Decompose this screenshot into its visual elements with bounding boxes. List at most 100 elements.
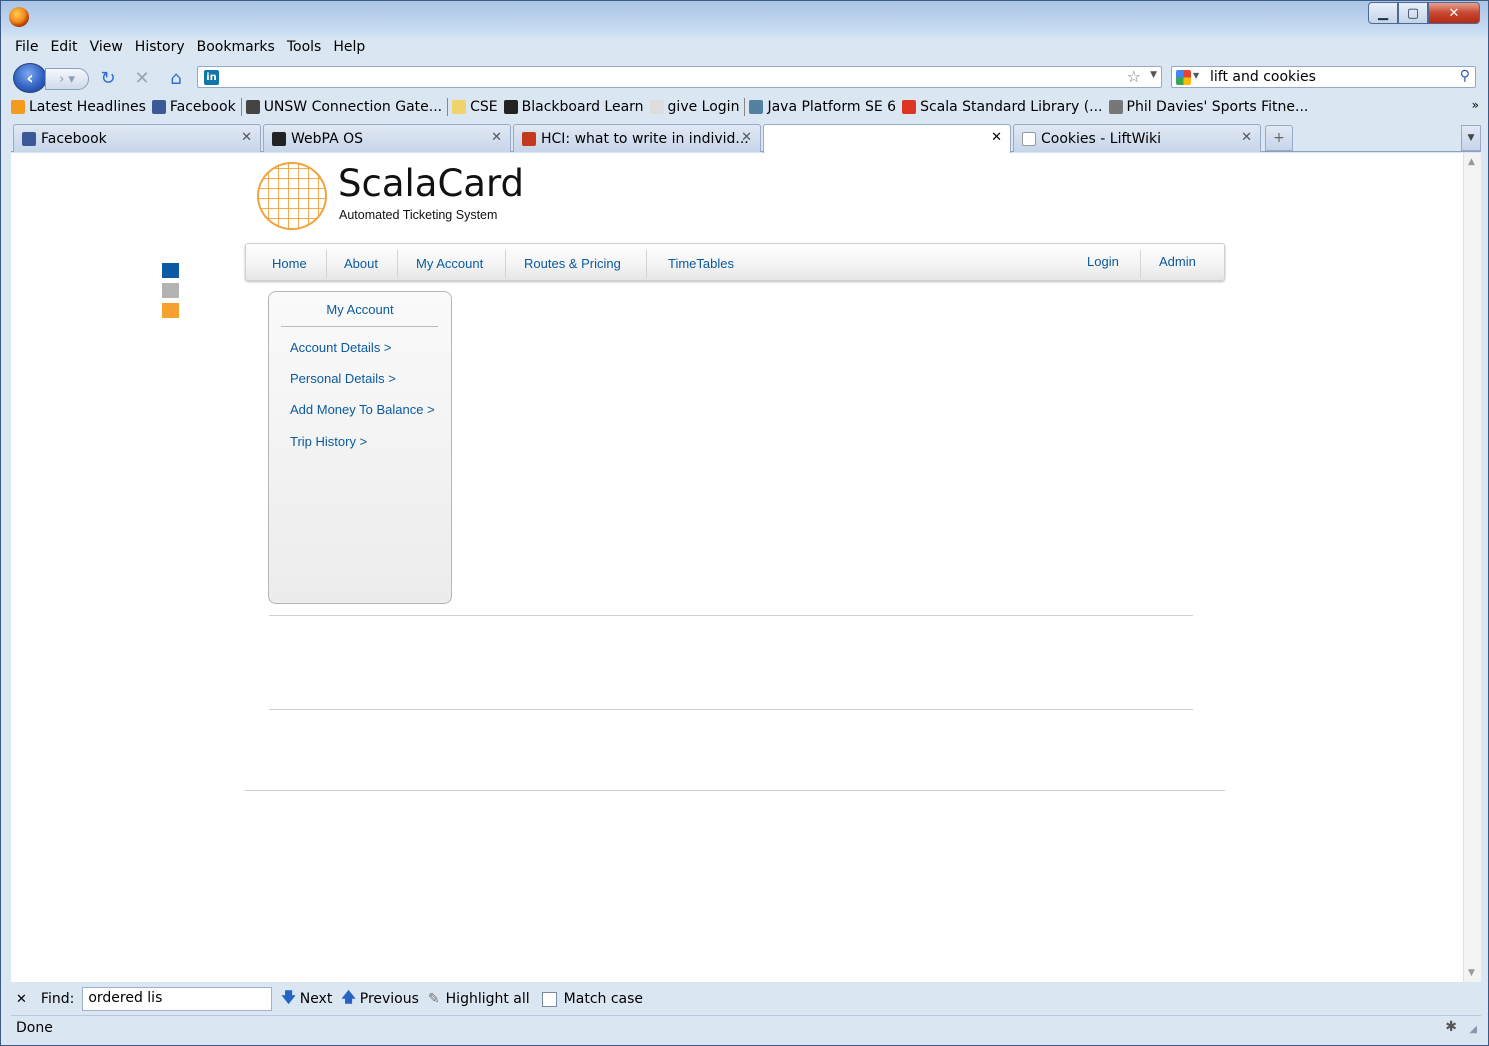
engine-dropdown-icon[interactable]: ▼	[1193, 71, 1199, 80]
bookmark-item[interactable]: Facebook	[151, 99, 236, 115]
search-bar[interactable]: ▼ lift and cookies ⚲	[1171, 66, 1476, 88]
nav-separator	[505, 250, 506, 278]
address-bar[interactable]: in ☆ ▼	[197, 66, 1162, 88]
close-icon[interactable]: ✕	[741, 130, 752, 145]
status-bar: Done ✱ ◢	[11, 1015, 1481, 1039]
close-icon[interactable]: ✕	[241, 130, 252, 145]
sidebar-link-add-money[interactable]: Add Money To Balance >	[290, 402, 435, 417]
title-bar: ▁ ▢ ✕	[1, 1, 1488, 35]
nav-separator	[326, 250, 327, 278]
vertical-scrollbar[interactable]: ▲ ▼	[1463, 153, 1481, 982]
back-button[interactable]: ‹	[13, 63, 47, 93]
close-window-button[interactable]: ✕	[1428, 2, 1480, 24]
close-icon[interactable]: ✕	[1241, 130, 1252, 145]
tab-list-dropdown-icon[interactable]: ▼	[1461, 125, 1481, 151]
divider	[269, 615, 1193, 616]
bookmark-item[interactable]: Scala Standard Library (...	[902, 99, 1103, 115]
menu-history[interactable]: History	[129, 37, 191, 59]
resize-grip-icon[interactable]: ◢	[1469, 1024, 1477, 1035]
home-icon[interactable]: ⌂	[165, 67, 187, 89]
close-find-icon[interactable]: ✕	[16, 992, 27, 1007]
tab-active[interactable]: ✕	[763, 124, 1011, 153]
gateway-icon	[245, 100, 260, 114]
bookmark-separator	[240, 98, 242, 116]
back-arrow-icon: ‹	[26, 67, 34, 89]
menu-tools[interactable]: Tools	[281, 37, 328, 59]
bookmark-star-icon[interactable]: ☆	[1127, 67, 1141, 86]
chevron-more-icon[interactable]: »	[1472, 98, 1479, 112]
menu-view[interactable]: View	[84, 37, 129, 59]
forward-button[interactable]: › ▾	[45, 68, 89, 90]
bookmark-item[interactable]: Phil Davies' Sports Fitne...	[1108, 99, 1308, 115]
nav-home[interactable]: Home	[272, 256, 307, 271]
site-subtitle: Automated Ticketing System	[339, 208, 498, 222]
nav-about[interactable]: About	[344, 256, 378, 271]
bookmark-item[interactable]: give Login	[649, 99, 739, 115]
page-icon	[1022, 131, 1036, 146]
menu-file[interactable]: File	[9, 37, 44, 59]
runner-icon	[1108, 100, 1123, 114]
account-sidebar: My Account Account Details > Personal De…	[268, 291, 452, 604]
menu-edit[interactable]: Edit	[44, 37, 83, 59]
maximize-button[interactable]: ▢	[1398, 2, 1428, 24]
nav-my-account[interactable]: My Account	[416, 256, 483, 271]
nav-separator	[1140, 250, 1141, 278]
linux-penguin-icon	[272, 131, 286, 146]
nav-admin[interactable]: Admin	[1159, 254, 1196, 269]
firefox-logo-icon[interactable]	[9, 7, 29, 27]
reload-icon[interactable]: ↻	[97, 67, 119, 89]
find-next-button[interactable]: 🡇 Next	[281, 987, 332, 1011]
bookmark-item[interactable]: Blackboard Learn	[503, 99, 644, 115]
reddit-icon	[522, 131, 536, 146]
bookmark-item[interactable]: CSE	[452, 99, 498, 115]
linkedin-favicon-icon: in	[204, 70, 219, 85]
bookmark-item[interactable]: Latest Headlines	[11, 99, 146, 115]
highlight-all-button[interactable]: ✎ Highlight all	[428, 991, 530, 1007]
tab-hci[interactable]: HCI: what to write in individ... ✕	[513, 124, 761, 152]
find-input[interactable]: ordered lis	[82, 987, 273, 1011]
color-swatch-gray[interactable]	[162, 283, 179, 298]
tab-cookies-liftwiki[interactable]: Cookies - LiftWiki ✕	[1013, 124, 1261, 152]
nav-routes-pricing[interactable]: Routes & Pricing	[524, 256, 621, 271]
sidebar-link-trip-history[interactable]: Trip History >	[290, 434, 367, 449]
nav-separator	[397, 250, 398, 278]
nav-login[interactable]: Login	[1087, 254, 1119, 269]
match-case-checkbox[interactable]: Match case	[541, 991, 643, 1007]
search-input[interactable]: lift and cookies	[1210, 69, 1316, 85]
addon-bug-icon[interactable]: ✱	[1445, 1019, 1457, 1035]
arrow-down-icon: 🡇	[281, 990, 296, 1006]
search-icon[interactable]: ⚲	[1460, 68, 1470, 84]
google-engine-icon[interactable]	[1176, 70, 1191, 85]
sidebar-title[interactable]: My Account	[269, 302, 451, 317]
site-title: ScalaCard	[338, 162, 525, 205]
window-controls: ▁ ▢ ✕	[1368, 2, 1480, 24]
nav-timetables[interactable]: TimeTables	[668, 256, 734, 271]
sidebar-link-account-details[interactable]: Account Details >	[290, 340, 392, 355]
main-nav: Home About My Account Routes & Pricing T…	[245, 243, 1225, 281]
color-swatch-blue[interactable]	[162, 263, 179, 278]
checkbox[interactable]	[541, 991, 557, 1007]
tab-facebook[interactable]: Facebook ✕	[13, 124, 261, 152]
close-icon[interactable]: ✕	[991, 130, 1002, 145]
minimize-button[interactable]: ▁	[1368, 2, 1398, 24]
menu-help[interactable]: Help	[327, 37, 371, 59]
tab-bar: Facebook ✕ WebPA OS ✕ HCI: what to write…	[11, 122, 1481, 153]
new-tab-button[interactable]: +	[1265, 125, 1293, 151]
bookmark-item[interactable]: Java Platform SE 6	[749, 99, 896, 115]
sidebar-link-personal-details[interactable]: Personal Details >	[290, 371, 396, 386]
menu-bar: File Edit View History Bookmarks Tools H…	[9, 37, 371, 59]
scroll-down-icon[interactable]: ▼	[1468, 968, 1475, 978]
stop-icon[interactable]: ✕	[131, 67, 153, 89]
color-swatch-orange[interactable]	[162, 303, 179, 318]
find-previous-button[interactable]: 🡅 Previous	[341, 987, 419, 1011]
scroll-up-icon[interactable]: ▲	[1468, 157, 1475, 167]
url-dropdown-icon[interactable]: ▼	[1150, 70, 1157, 80]
close-icon[interactable]: ✕	[491, 130, 502, 145]
rss-icon	[11, 100, 25, 114]
find-label: Find:	[40, 991, 75, 1007]
highlighter-icon: ✎	[427, 991, 440, 1007]
menu-bookmarks[interactable]: Bookmarks	[191, 37, 281, 59]
tab-webpa[interactable]: WebPA OS ✕	[263, 124, 511, 152]
find-bar: ✕ Find: ordered lis 🡇 Next 🡅 Previous ✎ …	[11, 984, 1481, 1014]
bookmark-item[interactable]: UNSW Connection Gate...	[245, 99, 442, 115]
